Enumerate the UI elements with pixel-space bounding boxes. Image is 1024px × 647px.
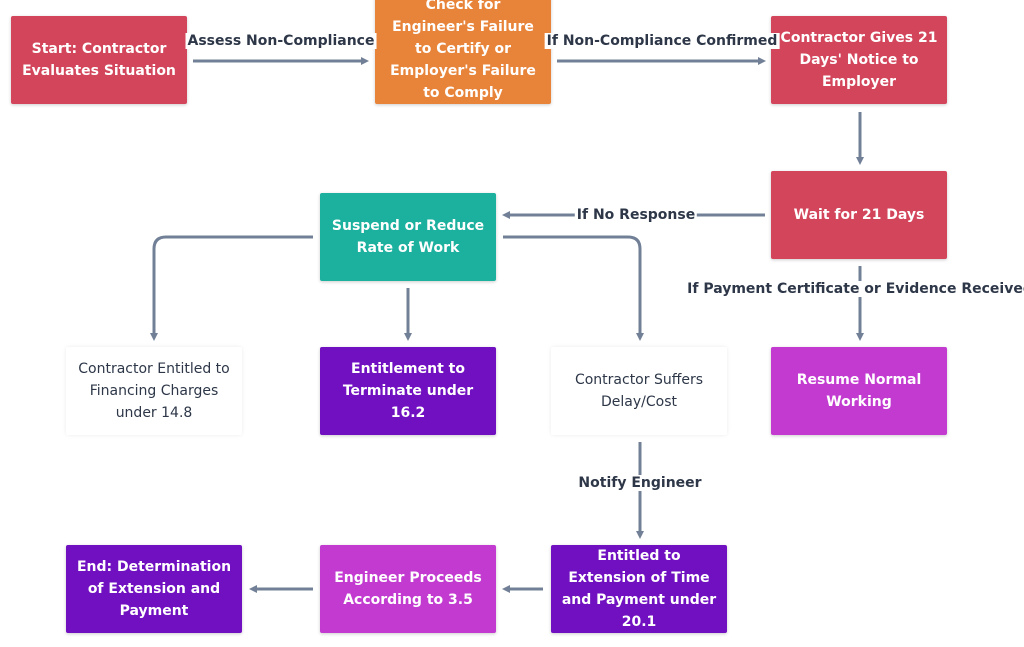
edge-suspend-delay — [503, 235, 644, 341]
node-end: End: Determination of Extension and Paym… — [66, 545, 242, 633]
edge-label-confirmed: If Non-Compliance Confirmed — [544, 33, 780, 49]
edge-suspend-financing — [150, 235, 313, 341]
node-suspend: Suspend or Reduce Rate of Work — [320, 193, 496, 281]
node-check: Check for Engineer's Failure to Certify … — [375, 0, 551, 104]
node-wait: Wait for 21 Days — [771, 171, 947, 259]
node-delay: Contractor Suffers Delay/Cost — [551, 347, 727, 435]
edge-label-assess: Assess Non-Compliance — [185, 33, 377, 49]
node-notice: Contractor Gives 21 Days' Notice to Empl… — [771, 16, 947, 104]
edge-label-received: If Payment Certificate or Evidence Recei… — [685, 281, 1024, 297]
node-resume: Resume Normal Working — [771, 347, 947, 435]
node-engineer: Engineer Proceeds According to 3.5 — [320, 545, 496, 633]
edge-label-notify: Notify Engineer — [576, 475, 704, 491]
node-extension: Entitled to Extension of Time and Paymen… — [551, 545, 727, 633]
node-start: Start: Contractor Evaluates Situation — [11, 16, 187, 104]
node-terminate: Entitlement to Terminate under 16.2 — [320, 347, 496, 435]
node-financing: Contractor Entitled to Financing Charges… — [66, 347, 242, 435]
edge-label-no-response: If No Response — [574, 207, 698, 223]
